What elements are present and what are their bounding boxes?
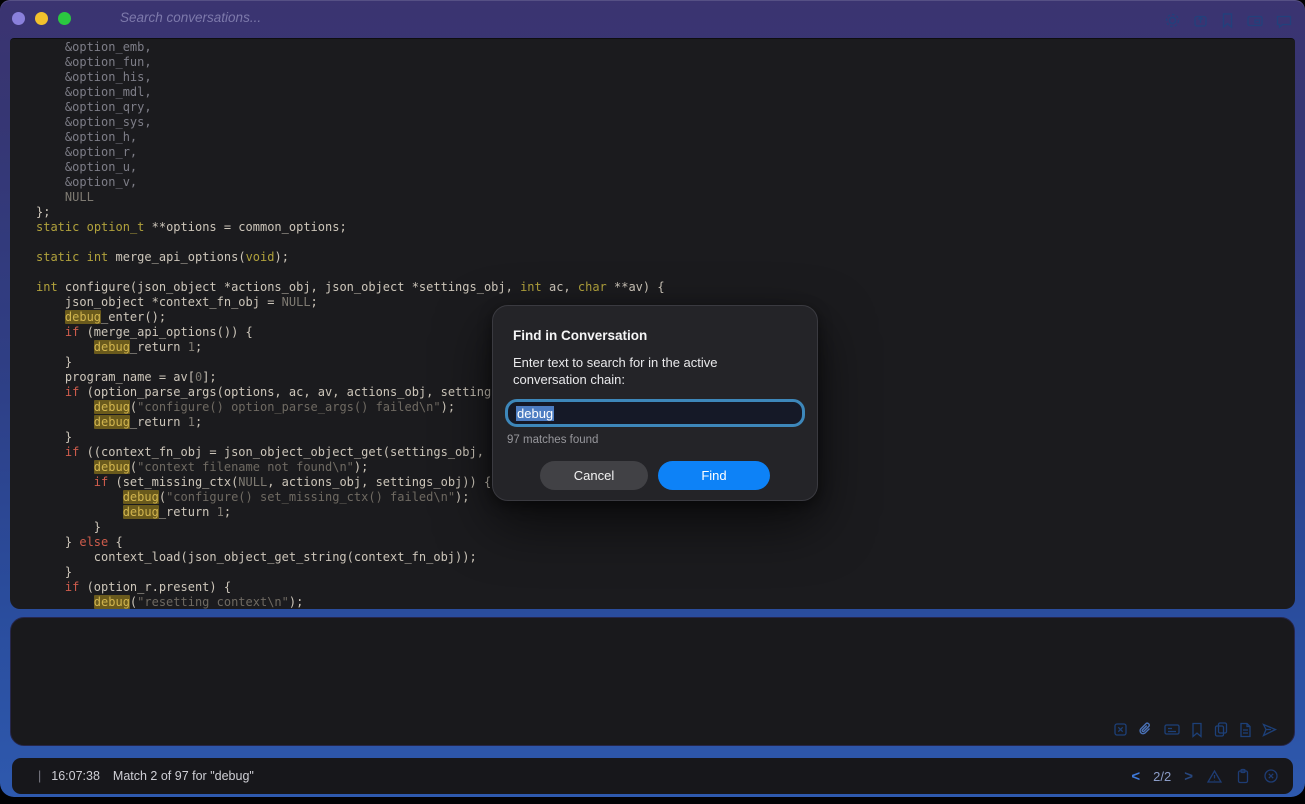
gear-icon[interactable]	[1164, 12, 1181, 29]
status-time: 16:07:38	[51, 769, 100, 783]
app-window: Search conversations...	[0, 0, 1305, 797]
document-icon[interactable]	[1238, 722, 1252, 738]
bookmark-icon[interactable]	[1220, 12, 1235, 29]
dismiss-icon[interactable]	[1263, 768, 1279, 784]
status-message: Match 2 of 97 for "debug"	[113, 769, 254, 783]
traffic-lights	[12, 12, 71, 25]
share-icon[interactable]	[1192, 12, 1209, 29]
next-match-button[interactable]: >	[1184, 768, 1193, 785]
status-bar: | 16:07:38 Match 2 of 97 for "debug" < 2…	[12, 758, 1293, 794]
cancel-button[interactable]: Cancel	[540, 461, 648, 490]
find-input-value: debug	[516, 406, 554, 421]
minimize-window-button[interactable]	[35, 12, 48, 25]
box-x-icon[interactable]	[1113, 722, 1128, 737]
dialog-prompt: Enter text to search for in the active c…	[513, 354, 763, 388]
search-input[interactable]: Search conversations...	[120, 10, 261, 25]
chat-icon[interactable]	[1275, 13, 1293, 29]
close-window-button[interactable]	[12, 12, 25, 25]
match-counter: 2/2	[1153, 769, 1171, 784]
zoom-window-button[interactable]	[58, 12, 71, 25]
status-cursor: |	[38, 769, 41, 783]
display-icon[interactable]	[1246, 13, 1264, 29]
send-icon[interactable]	[1261, 722, 1278, 738]
prev-match-button[interactable]: <	[1131, 768, 1140, 785]
clipboard-icon[interactable]	[1236, 768, 1250, 784]
find-button[interactable]: Find	[658, 461, 770, 490]
card-icon[interactable]	[1163, 722, 1181, 737]
composer[interactable]	[10, 617, 1295, 746]
dialog-title: Find in Conversation	[513, 328, 797, 343]
bookmark-icon[interactable]	[1190, 722, 1204, 738]
titlebar: Search conversations...	[0, 0, 1305, 38]
paperclip-icon[interactable]	[1137, 721, 1154, 738]
copy-icon[interactable]	[1213, 721, 1229, 738]
matches-found-label: 97 matches found	[507, 434, 803, 446]
find-dialog: Find in Conversation Enter text to searc…	[492, 305, 818, 501]
find-input[interactable]: debug	[505, 399, 805, 427]
warning-icon[interactable]	[1206, 769, 1223, 784]
